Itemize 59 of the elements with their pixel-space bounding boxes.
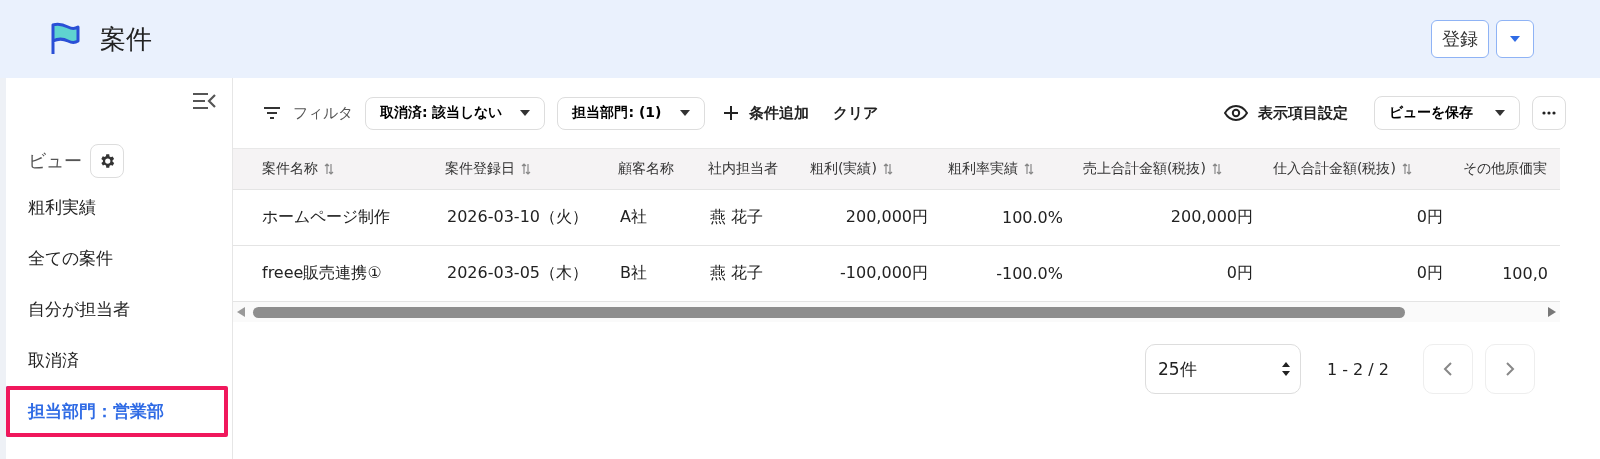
table-cell: ホームページ制作 — [233, 190, 437, 246]
plus-icon — [722, 105, 739, 121]
eye-icon — [1224, 105, 1248, 121]
table-cell: 2026-03-10（火） — [437, 190, 610, 246]
caret-icon — [679, 110, 690, 116]
page-size-select[interactable]: 25件 — [1144, 344, 1301, 394]
table-cell: 200,000円 — [802, 190, 940, 246]
column-settings-button[interactable]: 表示項目設定 — [1218, 103, 1354, 123]
view-item[interactable]: 担当部門：営業部 — [6, 386, 228, 437]
table-cell: 0円 — [1265, 190, 1455, 246]
column-header[interactable]: 売上合計金額(税抜) — [1075, 148, 1265, 190]
chevron-left-icon — [1443, 361, 1453, 377]
column-header[interactable]: 仕入合計金額(税抜) — [1265, 148, 1455, 190]
sort-icon[interactable] — [1024, 162, 1034, 176]
section-label: ビュー — [28, 149, 82, 173]
scroll-right-icon[interactable] — [1548, 307, 1556, 317]
sort-icon[interactable] — [882, 162, 893, 176]
filter-label: フィルタ — [293, 103, 353, 123]
view-item[interactable]: 取消済 — [6, 335, 228, 386]
clear-button[interactable]: クリア — [826, 103, 884, 123]
sort-icon[interactable] — [1211, 162, 1222, 176]
filter-chip[interactable]: 担当部門: (1) — [557, 96, 705, 130]
sort-icon[interactable] — [1401, 162, 1412, 176]
column-header[interactable]: 案件名称 — [233, 148, 437, 190]
more-icon — [1542, 111, 1556, 115]
chevron-right-icon — [1505, 361, 1515, 377]
horizontal-scrollbar[interactable] — [233, 302, 1560, 322]
filter-chip[interactable]: 取消済: 該当しない — [365, 96, 546, 130]
column-header[interactable]: その他原価実 — [1455, 148, 1560, 190]
sort-icon[interactable] — [521, 162, 531, 176]
column-header[interactable]: 案件登録日 — [437, 148, 610, 190]
column-header[interactable]: 粗利率実績 — [940, 148, 1075, 190]
more-button[interactable] — [1532, 96, 1566, 130]
register-button[interactable]: 登録 — [1431, 20, 1489, 58]
add-condition-button[interactable]: 条件追加 — [716, 103, 815, 123]
table-cell: A社 — [610, 190, 700, 246]
view-item[interactable]: 全ての案件 — [6, 233, 228, 284]
filter-icon — [263, 107, 281, 119]
save-view-button[interactable]: ビューを保存 — [1374, 96, 1520, 130]
page-range: 1 - 2 / 2 — [1326, 359, 1389, 379]
table-cell: 燕 花子 — [700, 190, 802, 246]
sort-icon[interactable] — [324, 162, 334, 176]
table-cell: 100.0% — [940, 190, 1075, 246]
view-item[interactable]: 粗利実績 — [6, 182, 228, 233]
column-header[interactable]: 顧客名称 — [610, 148, 700, 190]
caret-icon — [1510, 36, 1520, 42]
updown-icon — [1281, 362, 1290, 376]
column-header[interactable]: 粗利(実績) — [802, 148, 940, 190]
collapse-sidebar-icon[interactable] — [192, 92, 216, 110]
page-title: 案件 — [100, 22, 153, 56]
scrollbar-thumb[interactable] — [253, 306, 1405, 318]
column-header[interactable]: 社内担当者 — [700, 148, 802, 190]
dropdown-button[interactable] — [1496, 20, 1534, 58]
table-cell: 200,000円 — [1075, 190, 1265, 246]
scroll-left-icon[interactable] — [237, 307, 245, 317]
view-item[interactable]: 自分が担当者 — [6, 284, 228, 335]
settings-button[interactable] — [90, 144, 124, 178]
caret-icon — [520, 110, 531, 116]
caret-icon — [1495, 110, 1505, 116]
